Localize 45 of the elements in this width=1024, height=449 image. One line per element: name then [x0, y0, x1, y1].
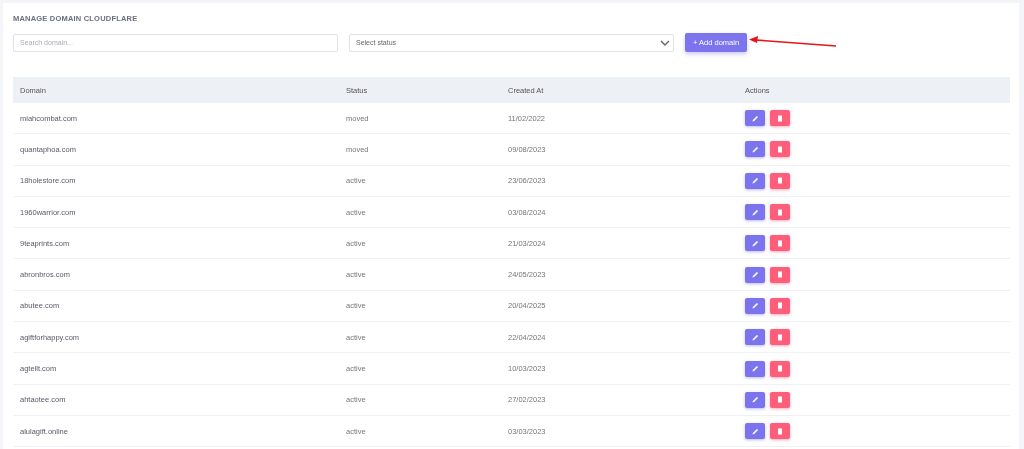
pencil-icon — [751, 239, 759, 247]
trash-icon — [777, 177, 783, 185]
edit-button[interactable] — [745, 110, 765, 127]
trash-icon — [777, 239, 783, 247]
delete-button[interactable] — [770, 266, 790, 283]
edit-button[interactable] — [745, 235, 765, 252]
delete-button[interactable] — [770, 297, 790, 314]
pencil-icon — [751, 302, 759, 310]
delete-button[interactable] — [770, 141, 790, 158]
trash-icon — [777, 271, 783, 279]
trash-icon — [777, 396, 783, 404]
pencil-icon — [751, 427, 759, 435]
pencil-icon — [751, 208, 759, 216]
trash-icon — [777, 365, 783, 372]
chevron-down-icon — [660, 39, 670, 46]
pencil-icon — [751, 177, 759, 185]
delete-button[interactable] — [770, 360, 790, 377]
edit-button[interactable] — [745, 172, 765, 189]
edit-button[interactable] — [745, 391, 765, 408]
edit-button[interactable] — [745, 297, 765, 314]
pencil-icon — [751, 396, 759, 404]
trash-icon — [777, 427, 783, 435]
trash-icon — [777, 302, 783, 310]
delete-button[interactable] — [770, 391, 790, 408]
delete-button[interactable] — [770, 235, 790, 252]
delete-button[interactable] — [770, 204, 790, 221]
trash-icon — [777, 145, 783, 153]
trash-icon — [777, 114, 783, 122]
edit-button[interactable] — [745, 141, 765, 158]
delete-button[interactable] — [770, 110, 790, 127]
pencil-icon — [751, 333, 759, 341]
pencil-icon — [751, 114, 759, 122]
pencil-icon — [751, 271, 759, 279]
pencil-icon — [751, 365, 759, 372]
trash-icon — [777, 333, 783, 341]
delete-button[interactable] — [770, 423, 790, 440]
pencil-icon — [751, 145, 759, 153]
edit-button[interactable] — [745, 266, 765, 283]
edit-button[interactable] — [745, 360, 765, 377]
edit-button[interactable] — [745, 329, 765, 346]
edit-button[interactable] — [745, 204, 765, 221]
edit-button[interactable] — [745, 423, 765, 440]
trash-icon — [777, 208, 783, 216]
delete-button[interactable] — [770, 172, 790, 189]
delete-button[interactable] — [770, 329, 790, 346]
